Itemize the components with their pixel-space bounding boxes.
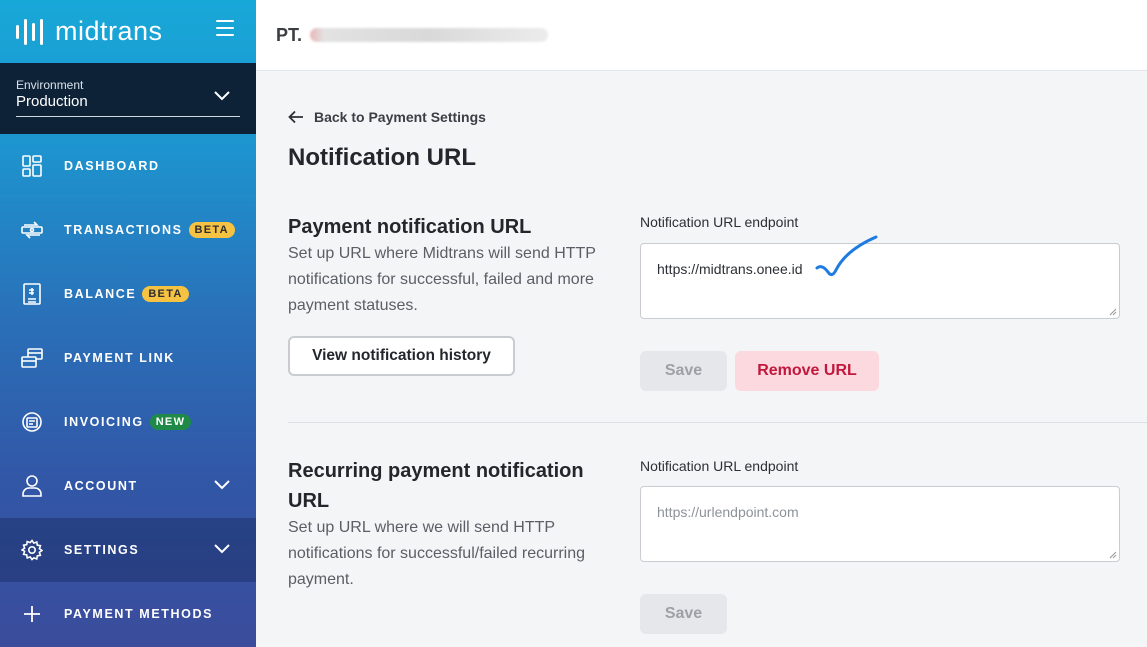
sidebar-item-account[interactable]: ACCOUNT [0, 454, 256, 518]
sidebar-item-invoicing[interactable]: INVOICING NEW [0, 390, 256, 454]
environment-select[interactable]: Environment Production [0, 63, 256, 134]
sidebar-item-label: BALANCE [64, 287, 137, 301]
invoicing-icon [20, 410, 44, 434]
chevron-down-icon [214, 544, 230, 554]
payment-section-description: Set up URL where Midtrans will send HTTP… [288, 245, 596, 314]
chevron-down-icon [214, 480, 230, 490]
company-name: PT. [276, 24, 303, 45]
sidebar-item-label: ACCOUNT [64, 479, 138, 493]
recurring-section-description: Set up URL where we will send HTTP notif… [288, 519, 586, 588]
recurring-field-label: Notification URL endpoint [640, 458, 799, 474]
midtrans-logo-icon [16, 18, 43, 45]
beta-badge: BETA [142, 286, 189, 302]
remove-url-button[interactable]: Remove URL [735, 351, 879, 391]
sidebar-item-label: TRANSACTIONS [64, 223, 183, 237]
view-notification-history-button[interactable]: View notification history [288, 336, 515, 376]
sidebar-item-label: INVOICING [64, 415, 144, 429]
back-link-label: Back to Payment Settings [314, 109, 486, 125]
sidebar-item-payment-link[interactable]: PAYMENT LINK [0, 326, 256, 390]
payment-field-label: Notification URL endpoint [640, 214, 799, 230]
sidebar-item-settings[interactable]: SETTINGS [0, 518, 256, 582]
sidebar-item-dashboard[interactable]: DASHBOARD [0, 134, 256, 198]
brand-name: midtrans [55, 16, 163, 46]
top-header: PT. [256, 0, 1147, 71]
main-content: Back to Payment Settings Notification UR… [256, 71, 1147, 647]
sidebar-item-balance[interactable]: BALANCE BETA [0, 262, 256, 326]
back-link[interactable]: Back to Payment Settings [288, 109, 486, 125]
resize-grip-icon[interactable] [1109, 308, 1117, 316]
sidebar-item-label: PAYMENT LINK [64, 351, 175, 365]
sidebar-item-label: PAYMENT METHODS [64, 607, 214, 621]
user-icon [20, 474, 44, 498]
sidebar-item-label: SETTINGS [64, 543, 140, 557]
recurring-url-input[interactable]: https://urlendpoint.com [640, 486, 1120, 562]
recurring-save-button[interactable]: Save [640, 594, 727, 634]
plus-icon [20, 602, 44, 626]
save-button[interactable]: Save [640, 351, 727, 391]
transactions-icon [20, 218, 44, 242]
environment-label: Environment [16, 78, 84, 92]
hamburger-menu-icon[interactable] [216, 20, 234, 36]
sidebar: midtrans Environment Production DASHBOAR… [0, 0, 256, 647]
payment-section-title: Payment notification URL [288, 216, 532, 238]
sidebar-item-payment-methods[interactable]: PAYMENT METHODS [0, 582, 256, 646]
recurring-section-title: Recurring payment notification URL [288, 460, 584, 512]
recurring-url-placeholder: https://urlendpoint.com [657, 504, 799, 520]
gear-icon [20, 538, 44, 562]
page-title: Notification URL [288, 144, 476, 171]
payment-link-icon [20, 346, 44, 370]
redacted-company-name [310, 28, 549, 42]
checkmark-annotation-icon [815, 235, 878, 277]
new-badge: NEW [149, 414, 192, 430]
arrow-left-icon [288, 110, 303, 124]
dashboard-icon [20, 154, 44, 178]
sidebar-item-transactions[interactable]: TRANSACTIONS BETA [0, 198, 256, 262]
resize-grip-icon[interactable] [1109, 551, 1117, 559]
chevron-down-icon [214, 91, 230, 101]
beta-badge: BETA [188, 222, 235, 238]
section-divider [288, 422, 1147, 423]
sidebar-item-label: DASHBOARD [64, 159, 160, 173]
balance-icon [20, 282, 44, 306]
environment-value: Production [16, 93, 88, 110]
brand-header: midtrans [0, 0, 256, 63]
payment-url-value: https://midtrans.onee.id [657, 261, 803, 277]
